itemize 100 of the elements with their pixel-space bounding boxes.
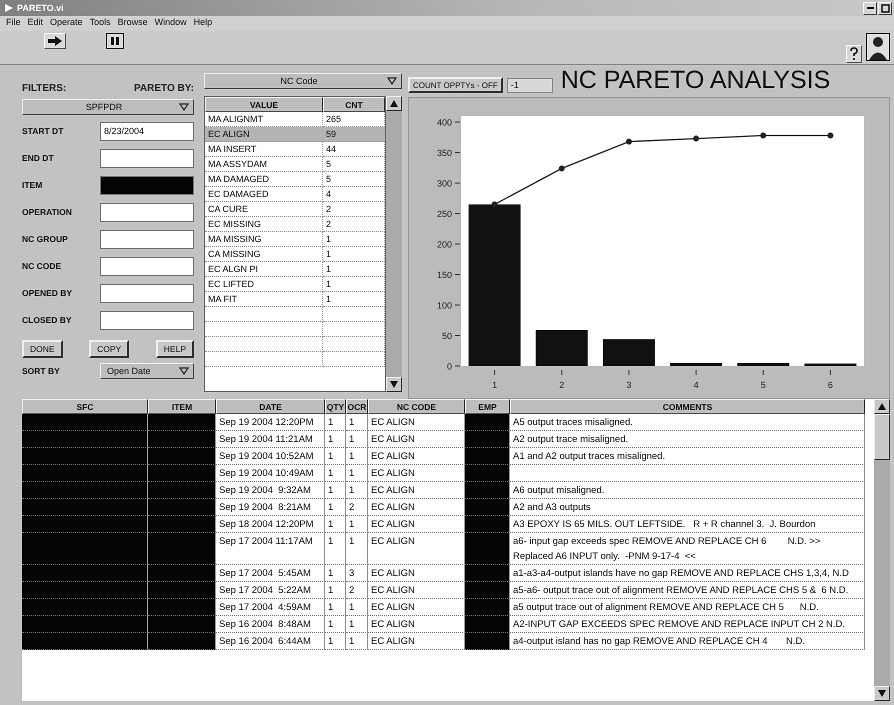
minimize-button[interactable]	[863, 2, 877, 14]
menu-item[interactable]: File	[6, 17, 21, 30]
table-cell[interactable]: MA INSERT	[205, 142, 323, 157]
table-cell[interactable]: MA DAMAGED	[205, 172, 323, 187]
input-field[interactable]	[100, 230, 194, 248]
table-cell[interactable]: 5	[323, 157, 385, 172]
table-cell[interactable]: MA ALIGNMT	[205, 112, 323, 127]
table-cell[interactable]: 2	[323, 202, 385, 217]
masked-cell	[148, 533, 216, 565]
table-cell[interactable]: MA MISSING	[205, 232, 323, 247]
pareto-dropdown[interactable]: NC Code	[204, 73, 402, 89]
table-cell: 3	[346, 565, 368, 582]
column-header[interactable]: VALUE	[205, 97, 323, 112]
table-cell[interactable]: MA ASSYDAM	[205, 157, 323, 172]
masked-cell	[465, 431, 510, 448]
table-cell[interactable]: 1	[323, 247, 385, 262]
bar	[670, 362, 722, 366]
y-tick-label: 300	[436, 178, 452, 189]
table-cell[interactable]	[323, 307, 385, 322]
column-header[interactable]: CNT	[323, 97, 385, 112]
table-cell[interactable]: 59	[323, 127, 385, 142]
input-field[interactable]	[100, 176, 194, 194]
field-label: CLOSED BY	[22, 315, 72, 325]
column-header[interactable]: EMP	[465, 399, 510, 414]
filter-dropdown[interactable]: SPFPDR	[22, 99, 194, 115]
masked-cell	[148, 582, 216, 599]
menu-item[interactable]: Window	[154, 17, 187, 30]
column-header[interactable]: NC CODE	[368, 399, 465, 414]
column-header[interactable]: OCR	[346, 399, 368, 414]
sort-by-label: SORT BY	[22, 366, 60, 376]
table-cell: 1	[346, 448, 368, 465]
table-cell: a1-a3-a4-output islands have no gap REMOVE AND REPLACE CHS 1,3,4, N.D	[510, 565, 865, 582]
count-toggle-button[interactable]: COUNT OPPTYs - OFF	[408, 77, 503, 93]
input-field[interactable]	[100, 202, 194, 222]
number-field[interactable]: -1	[506, 78, 553, 93]
table-cell: Sep 19 2004 9:32AM	[216, 482, 325, 499]
table-cell[interactable]: 2	[323, 217, 385, 232]
table-cell: 1	[346, 616, 368, 633]
maximize-button[interactable]	[878, 2, 892, 14]
table-cell[interactable]: 1	[323, 277, 385, 292]
column-header[interactable]: QTY	[325, 399, 346, 414]
menu-item[interactable]: Edit	[28, 17, 44, 30]
table-cell[interactable]	[323, 322, 385, 337]
table-cell[interactable]	[205, 307, 323, 322]
data-point	[558, 165, 565, 172]
table-cell[interactable]: CA MISSING	[205, 247, 323, 262]
input-field[interactable]	[100, 284, 194, 302]
pause-button[interactable]	[106, 33, 124, 49]
help-button[interactable]	[846, 45, 862, 63]
table-cell[interactable]: EC ALIGN	[205, 127, 323, 142]
table-cell[interactable]	[323, 352, 385, 367]
run-button[interactable]	[44, 33, 66, 49]
x-tick-label: 5	[760, 380, 766, 390]
table-cell[interactable]: EC DAMAGED	[205, 187, 323, 202]
table-cell[interactable]	[205, 322, 323, 337]
scroll-thumb[interactable]	[874, 414, 890, 460]
scroll-up-button[interactable]	[386, 96, 402, 111]
input-field[interactable]: 8/23/2004	[100, 122, 194, 140]
menu-item[interactable]: Tools	[90, 17, 111, 30]
scroll-up-button[interactable]	[874, 399, 890, 414]
table-cell[interactable]: MA FIT	[205, 292, 323, 307]
table-cell[interactable]: EC MISSING	[205, 217, 323, 232]
action-button[interactable]: COPY	[89, 340, 130, 358]
menu-item[interactable]: Browse	[118, 17, 148, 30]
field-label: END DT	[22, 153, 54, 163]
action-button[interactable]: HELP	[156, 340, 194, 358]
table-cell[interactable]: CA CURE	[205, 202, 323, 217]
table-cell[interactable]	[323, 337, 385, 352]
field-label: OPENED BY	[22, 288, 72, 298]
menu-item[interactable]: Help	[194, 17, 212, 30]
table-cell[interactable]	[205, 352, 323, 367]
y-tick-label: 200	[436, 240, 452, 250]
table-cell: 1	[346, 465, 368, 482]
column-header[interactable]: ITEM	[148, 399, 216, 414]
table-cell[interactable]: 5	[323, 172, 385, 187]
input-field[interactable]	[100, 148, 194, 168]
table-cell: 1	[346, 516, 368, 533]
column-header[interactable]: COMMENTS	[510, 399, 865, 414]
table-cell: Sep 17 2004 5:45AM	[216, 565, 325, 582]
masked-cell	[465, 616, 510, 633]
input-field[interactable]	[100, 256, 194, 276]
table-cell[interactable]: 1	[323, 232, 385, 247]
scroll-down-button[interactable]	[386, 377, 402, 392]
column-header[interactable]: SFC	[22, 399, 148, 414]
table-cell[interactable]: 4	[323, 187, 385, 202]
table-cell[interactable]: 44	[323, 142, 385, 157]
column-header[interactable]: DATE	[216, 399, 325, 414]
table-cell[interactable]: 1	[323, 292, 385, 307]
sort-dropdown[interactable]: Open Date	[100, 363, 194, 379]
table-cell[interactable]: EC LIFTED	[205, 277, 323, 292]
field-label: ITEM	[22, 180, 42, 190]
menu-item[interactable]: Operate	[50, 17, 83, 30]
table-cell[interactable]: EC ALGN PI	[205, 262, 323, 277]
masked-cell	[148, 482, 216, 499]
table-cell[interactable]	[205, 337, 323, 352]
scroll-down-button[interactable]	[874, 686, 890, 701]
action-button[interactable]: DONE	[22, 340, 63, 358]
table-cell[interactable]: 1	[323, 262, 385, 277]
input-field[interactable]	[100, 310, 194, 330]
table-cell[interactable]: 265	[323, 112, 385, 127]
